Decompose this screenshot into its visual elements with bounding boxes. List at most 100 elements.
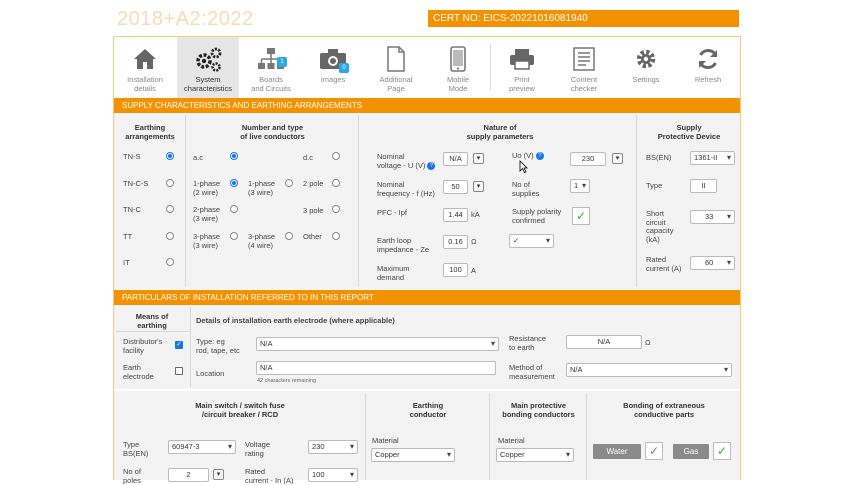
ohm-unit: Ω — [471, 237, 477, 246]
earth-loop-impedance-input[interactable]: 0.16 — [443, 235, 468, 249]
supply-polarity-label: Supply polarity confirmed — [512, 207, 562, 225]
tab-system-characteristics[interactable]: System characteristics — [177, 37, 239, 98]
earthing-option-label: TN-C — [123, 205, 141, 214]
short-circuit-capacity-label: Short circuit capacity (kA) — [646, 209, 674, 244]
gas-check-icon[interactable]: ✓ — [713, 442, 731, 460]
dc-label: d.c — [303, 153, 314, 162]
distributors-facility-checkbox[interactable] — [175, 340, 183, 349]
ac-radio[interactable] — [230, 152, 238, 160]
mobile-icon — [427, 45, 489, 73]
3-phase-4-wire-label: 3-phase (4 wire) — [248, 232, 276, 250]
device-type-input[interactable]: II — [690, 179, 717, 193]
dropdown-toggle-icon[interactable]: ▾ — [612, 153, 623, 164]
info-icon[interactable]: ? — [535, 152, 544, 161]
rated-current-select[interactable]: 60 — [690, 256, 735, 270]
earthing-conductor-material-label: Material — [372, 436, 399, 445]
uo-input[interactable]: 230 — [570, 152, 606, 166]
location-input[interactable]: N/A — [256, 361, 496, 375]
main-switch-header: Main switch / switch fuse/circuit breake… — [195, 401, 285, 419]
water-bonding-button[interactable]: Water — [593, 444, 641, 459]
dropdown-toggle-icon[interactable]: ▾ — [473, 181, 484, 192]
number-of-poles-label: No of poles — [123, 467, 141, 485]
short-circuit-capacity-select[interactable]: 33 — [690, 210, 735, 224]
other-radio[interactable] — [332, 232, 340, 240]
1-phase-2-wire-label: 1-phase (2 wire) — [193, 179, 221, 197]
images-count-badge: 0 — [339, 63, 349, 73]
divider — [636, 115, 637, 287]
tab-content-checker[interactable]: Content checker — [553, 37, 615, 98]
number-of-supplies-select[interactable]: 1 — [570, 179, 590, 193]
refresh-icon — [677, 45, 739, 73]
means-of-earthing-header: Means of earthing — [135, 312, 169, 330]
tab-label: Images — [320, 75, 346, 84]
printer-icon — [491, 45, 553, 73]
checklist-icon — [553, 45, 615, 73]
tab-label: and Circuits — [251, 83, 291, 93]
earthing-tn-s-radio[interactable] — [166, 152, 174, 160]
tab-label: details — [134, 83, 156, 93]
info-icon[interactable]: ? — [427, 161, 436, 170]
boards-count-badge: 1 — [277, 57, 287, 67]
tab-images[interactable]: 0 Images — [302, 37, 364, 98]
earthing-conductor-material-select[interactable]: Copper — [371, 448, 455, 462]
method-of-measurement-select[interactable]: N/A — [566, 363, 732, 377]
earthing-it-radio[interactable] — [166, 258, 174, 266]
tab-print-preview[interactable]: Print preview — [491, 37, 553, 98]
tab-settings[interactable]: Settings — [615, 37, 677, 98]
1-phase-2-wire-radio[interactable] — [230, 179, 238, 187]
supply-parameters-header: Nature of supply parameters — [466, 123, 534, 141]
earth-electrode-checkbox[interactable] — [175, 367, 183, 375]
nominal-voltage-input[interactable]: N/A — [443, 152, 468, 166]
live-conductors-header: Number and type of live conductors — [240, 123, 305, 141]
tab-mobile-mode[interactable]: Mobile Mode — [427, 37, 489, 98]
2-pole-label: 2 pole — [303, 179, 324, 188]
bonding-conductors-header: Main protective bonding conductors — [502, 401, 575, 419]
2-pole-radio[interactable] — [332, 179, 340, 187]
earthing-tn-c-s-radio[interactable] — [166, 179, 174, 187]
main-switch-type-label: Type BS(EN) — [123, 440, 149, 458]
divider — [358, 115, 359, 287]
3-phase-3-wire-radio[interactable] — [230, 232, 238, 240]
2-phase-3-wire-radio[interactable] — [230, 205, 238, 213]
tab-installation-details[interactable]: Installation details — [114, 37, 176, 98]
electrode-type-select[interactable]: N/A — [256, 337, 499, 351]
supply-polarity-check-icon[interactable]: ✓ — [572, 207, 590, 225]
gear-icon — [615, 45, 677, 73]
tab-label: Settings — [632, 75, 660, 84]
earth-electrode-details-header: Details of installation earth electrode … — [196, 316, 395, 325]
page-icon — [365, 45, 427, 73]
frequency-input[interactable]: 50 — [443, 180, 468, 194]
dropdown-toggle-icon[interactable]: ▾ — [213, 469, 224, 480]
divider — [116, 331, 190, 332]
3-phase-4-wire-radio[interactable] — [285, 232, 293, 240]
maximum-demand-input[interactable]: 100 — [443, 263, 468, 277]
resistance-to-earth-input[interactable]: N/A — [566, 335, 642, 349]
3-pole-radio[interactable] — [332, 205, 340, 213]
distributors-facility-label: Distributor's facility — [123, 337, 163, 355]
tab-label: preview — [509, 83, 535, 93]
tab-additional-page[interactable]: Additional Page — [365, 37, 427, 98]
dropdown-toggle-icon[interactable]: ▾ — [473, 153, 484, 164]
tab-label: Page — [387, 83, 405, 93]
earth-electrode-label: Earth electrode — [123, 363, 154, 381]
water-check-icon[interactable]: ✓ — [645, 442, 663, 460]
tab-refresh[interactable]: Refresh — [677, 37, 739, 98]
tab-boards-and-circuits[interactable]: 1 Boards and Circuits — [240, 37, 302, 98]
camera-icon — [302, 45, 364, 73]
polarity-select[interactable]: ✓ — [509, 234, 554, 248]
main-switch-type-select[interactable]: 60947-3 — [168, 440, 236, 454]
rated-current-label: Rated current (A) — [646, 255, 682, 273]
home-icon — [114, 45, 176, 73]
gas-bonding-button[interactable]: Gas — [673, 444, 709, 459]
supply-protective-device-header: Supply Protective Device — [657, 123, 721, 141]
earthing-tn-c-radio[interactable] — [166, 205, 174, 213]
bonding-conductors-material-select[interactable]: Copper — [496, 448, 574, 462]
pfc-input[interactable]: 1.44 — [443, 208, 468, 222]
bs-en-select[interactable]: 1361-II — [690, 151, 735, 165]
voltage-rating-select[interactable]: 230 — [308, 440, 358, 454]
1-phase-3-wire-radio[interactable] — [285, 179, 293, 187]
nominal-voltage-label: Nominal voltage - U (V) ? — [377, 152, 436, 170]
dc-radio[interactable] — [332, 152, 340, 160]
earthing-tt-radio[interactable] — [166, 232, 174, 240]
pfc-label: PFC - Ipf — [377, 208, 408, 217]
